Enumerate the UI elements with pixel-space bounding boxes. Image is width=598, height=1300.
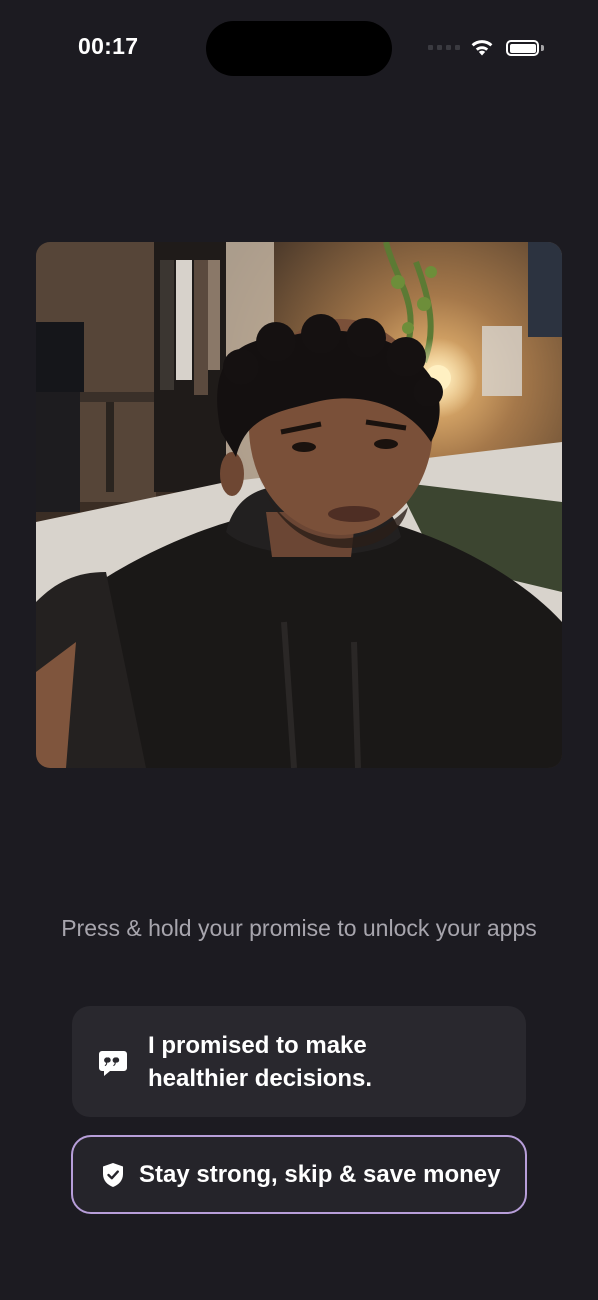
battery-cap [541,45,544,51]
selfie-photo [36,242,562,768]
dynamic-island [206,21,392,76]
shield-check-icon [103,1162,123,1187]
wifi-icon [471,40,493,56]
promise-hold-button[interactable]: I promised to make healthier decisions. [72,1006,526,1117]
unlock-instruction: Press & hold your promise to unlock your… [61,915,537,941]
unlock-screen: 00:17 Press & hold your promise to unloc… [0,0,598,1300]
skip-button-label: Stay strong, skip & save money [139,1160,501,1188]
battery-icon [506,40,539,56]
skip-button[interactable]: Stay strong, skip & save money [71,1135,527,1214]
quote-bubble-icon [99,1050,127,1076]
cellular-signal-icon [428,45,460,50]
promise-text: I promised to make healthier decisions. [148,1031,373,1092]
status-time: 00:17 [78,33,139,59]
